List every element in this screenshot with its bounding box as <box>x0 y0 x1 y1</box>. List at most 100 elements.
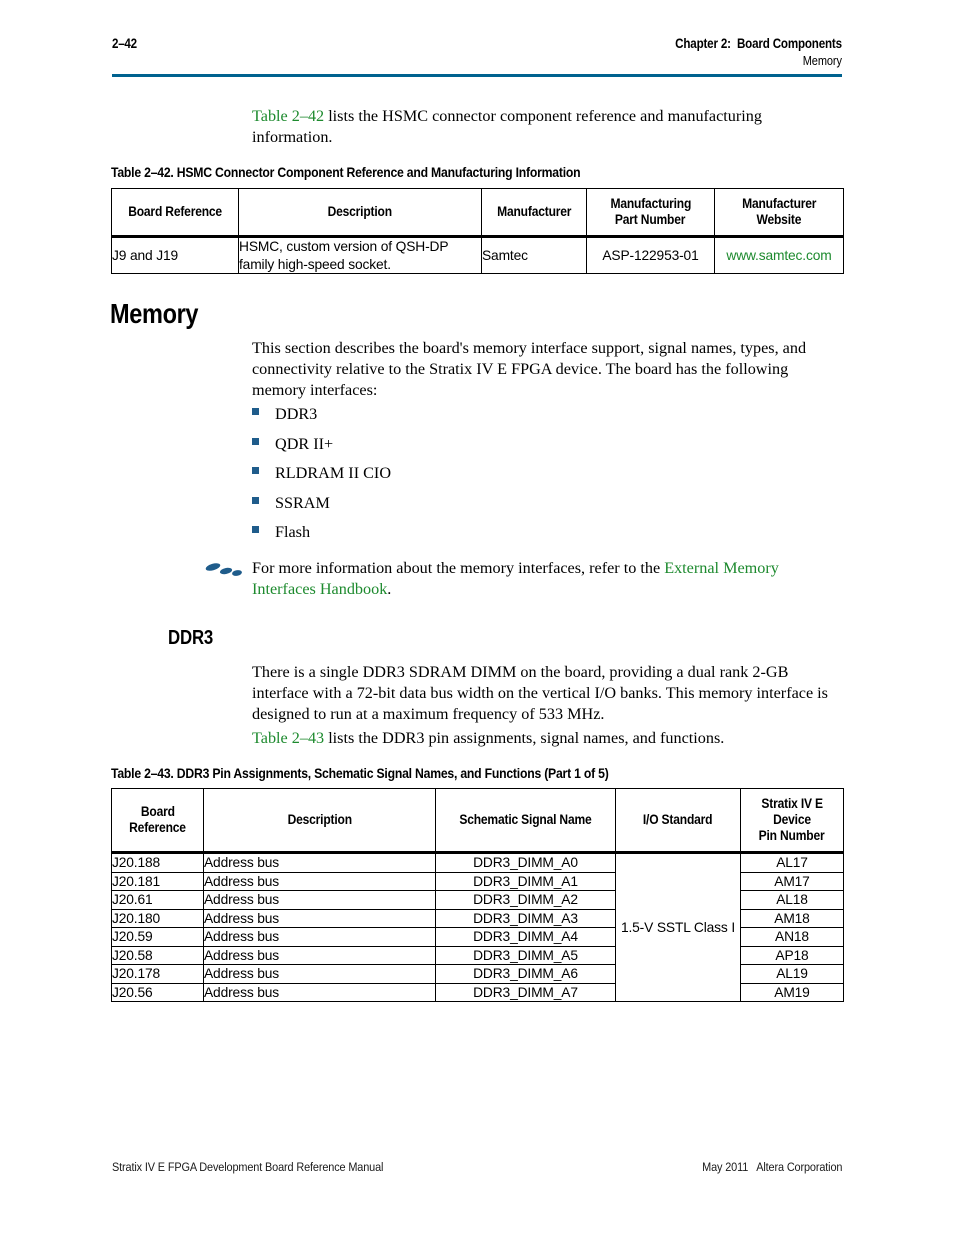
list-item-label: RLDRAM II CIO <box>275 464 392 482</box>
note-text: For more information about the memory in… <box>252 558 837 600</box>
ddr3-paragraph: There is a single DDR3 SDRAM DIMM on the… <box>252 663 828 724</box>
cell-board-reference: J9 and J19 <box>111 236 239 274</box>
column-header-board-reference: Board Reference <box>111 788 204 854</box>
cell-board-reference: J20.59 <box>111 927 204 947</box>
cell-io-standard: 1.5-V SSTL Class I <box>615 852 741 1002</box>
table-2-42-caption: Table 2–42. HSMC Connector Component Ref… <box>111 165 581 180</box>
document-page: 2–42 Chapter 2: Board Components Memory … <box>0 0 954 1235</box>
ddr3-paragraph-block: There is a single DDR3 SDRAM DIMM on the… <box>252 662 844 726</box>
ddr3-table-intro-text: lists the DDR3 pin assignments, signal n… <box>324 729 725 747</box>
table-2-43-caption: Table 2–43. DDR3 Pin Assignments, Schema… <box>111 766 609 781</box>
cell-website: www.samtec.com <box>714 236 844 274</box>
footprints-icon <box>205 562 245 582</box>
cell-board-reference: J20.181 <box>111 871 204 891</box>
table-row: J20.188 Address bus DDR3_DIMM_A0 1.5-V S… <box>111 852 844 1002</box>
cell-description: Address bus <box>203 908 436 928</box>
list-item-label: QDR II+ <box>275 434 334 453</box>
table-2-42-header-row: Board Reference Description Manufacturer… <box>111 188 844 238</box>
cell-board-reference: J20.178 <box>111 964 204 984</box>
list-item-label: Flash <box>275 523 311 541</box>
cell-signal-name: DDR3_DIMM_A0 <box>435 852 616 873</box>
list-item: Flash <box>252 522 812 552</box>
cell-signal-name: DDR3_DIMM_A4 <box>435 927 616 947</box>
note-suffix: . <box>387 580 392 599</box>
column-header-description: Description <box>203 788 436 854</box>
samtec-website-link[interactable]: www.samtec.com <box>726 248 831 263</box>
cell-description: Address bus <box>203 871 436 891</box>
bullet-square-icon <box>252 496 259 504</box>
table-2-43: Board Reference Description Schematic Sig… <box>111 788 844 1002</box>
note-prefix: For more information about the memory in… <box>252 559 665 577</box>
table-2-42: Board Reference Description Manufacturer… <box>111 188 844 274</box>
footer-manual-title: Stratix IV E FPGA Development Board Refe… <box>112 1160 384 1174</box>
memory-heading: Memory <box>110 298 199 329</box>
list-item: DDR3 <box>252 404 812 434</box>
cell-pin-number: AM17 <box>740 871 844 891</box>
footer-date-company: May 2011 Altera Corporation <box>701 1160 842 1174</box>
column-header-part-number: Manufacturing Part Number <box>586 188 715 238</box>
column-header-schematic-signal-name: Schematic Signal Name <box>435 788 616 854</box>
column-header-description: Description <box>238 188 482 238</box>
cell-description: Address bus <box>203 890 436 910</box>
intro-paragraph: Table 2–42 lists the HSMC connector comp… <box>252 106 844 148</box>
cell-pin-number: AP18 <box>740 945 844 965</box>
cell-board-reference: J20.180 <box>111 908 204 928</box>
page-footer: Stratix IV E FPGA Development Board Refe… <box>112 1160 842 1174</box>
cell-manufacturer: Samtec <box>481 236 587 274</box>
cell-pin-number: AM18 <box>740 908 844 928</box>
list-item: SSRAM <box>252 493 812 523</box>
ddr3-table-intro-block: Table 2–43 lists the DDR3 pin assignment… <box>252 728 844 749</box>
cell-description: Address bus <box>203 852 436 873</box>
cell-pin-number: AM19 <box>740 982 844 1002</box>
note-block: For more information about the memory in… <box>205 558 845 600</box>
list-item: QDR II+ <box>252 434 812 464</box>
cell-board-reference: J20.188 <box>111 852 204 873</box>
bullet-square-icon <box>252 526 259 533</box>
cell-description: Address bus <box>203 982 436 1002</box>
bullet-square-icon <box>252 437 259 445</box>
bullet-square-icon <box>252 408 259 415</box>
cell-description: Address bus <box>203 945 436 965</box>
table-2-43-header-row: Board Reference Description Schematic Sig… <box>111 788 844 854</box>
cell-signal-name: DDR3_DIMM_A5 <box>435 945 616 965</box>
running-header: 2–42 Chapter 2: Board Components Memory <box>112 36 842 68</box>
header-section-title: Memory <box>802 54 842 68</box>
bullet-square-icon <box>252 467 259 474</box>
table-2-42-xref-link[interactable]: Table 2–42 <box>252 107 324 125</box>
list-item-label: SSRAM <box>275 493 330 512</box>
cell-board-reference: J20.58 <box>111 945 204 965</box>
cell-board-reference: J20.56 <box>111 982 204 1002</box>
cell-signal-name: DDR3_DIMM_A6 <box>435 964 616 984</box>
cell-pin-number: AL18 <box>740 890 844 910</box>
cell-signal-name: DDR3_DIMM_A7 <box>435 982 616 1002</box>
memory-paragraph: This section describes the board's memor… <box>252 339 807 400</box>
memory-interfaces-list: DDR3 QDR II+ RLDRAM II CIO SSRAM Flash <box>252 404 812 552</box>
cell-pin-number: AL17 <box>740 852 844 873</box>
cell-part-number: ASP-122953-01 <box>586 236 715 274</box>
ddr3-table-intro: Table 2–43 lists the DDR3 pin assignment… <box>252 728 844 749</box>
cell-signal-name: DDR3_DIMM_A3 <box>435 908 616 928</box>
column-header-manufacturer: Manufacturer <box>481 188 587 238</box>
intro-paragraph-block: Table 2–42 lists the HSMC connector comp… <box>252 106 844 148</box>
intro-paragraph-text: lists the HSMC connector component refer… <box>252 107 762 147</box>
ddr3-heading: DDR3 <box>168 626 214 649</box>
header-rule <box>112 74 842 77</box>
column-header-website: Manufacturer Website <box>714 188 844 238</box>
cell-description: Address bus <box>203 964 436 984</box>
cell-signal-name: DDR3_DIMM_A2 <box>435 890 616 910</box>
cell-description: HSMC, custom version of QSH-DP family hi… <box>238 236 482 274</box>
cell-pin-number: AL19 <box>740 964 844 984</box>
page-number: 2–42 <box>112 36 137 51</box>
column-header-io-standard: I/O Standard <box>615 788 741 854</box>
cell-pin-number: AN18 <box>740 927 844 947</box>
column-header-device-pin-number: Stratix IV E Device Pin Number <box>740 788 844 854</box>
cell-board-reference: J20.61 <box>111 890 204 910</box>
memory-paragraph-block: This section describes the board's memor… <box>252 338 844 402</box>
cell-signal-name: DDR3_DIMM_A1 <box>435 871 616 891</box>
list-item-label: DDR3 <box>275 405 318 423</box>
column-header-board-reference: Board Reference <box>111 188 239 238</box>
cell-description: Address bus <box>203 927 436 947</box>
table-2-43-xref-link[interactable]: Table 2–43 <box>252 729 324 747</box>
header-chapter-title: Chapter 2: Board Components <box>675 36 842 51</box>
list-item: RLDRAM II CIO <box>252 463 812 493</box>
